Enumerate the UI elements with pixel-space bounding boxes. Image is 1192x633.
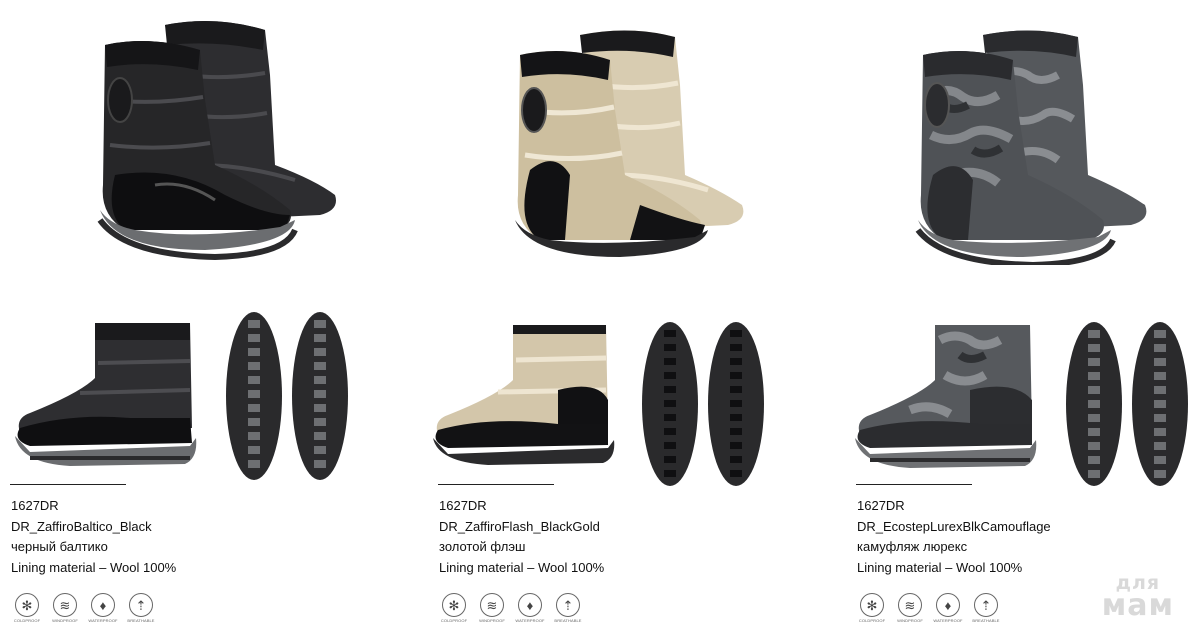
product-code: 1627DR [857, 498, 905, 513]
water-drop-icon: ♦ [91, 593, 115, 617]
snowflake-icon: ✻ [860, 593, 884, 617]
water-drop-icon: ♦ [518, 593, 542, 617]
breathable-icon: ⇡ [556, 593, 580, 617]
feature-windproof: ≋ WINDPROOF [50, 593, 80, 623]
boot-side-image [855, 325, 1037, 468]
boot-soles-image [1066, 322, 1188, 486]
feature-coldproof: ✻ COLDPROOF [12, 593, 42, 623]
product-code: 1627DR [11, 498, 59, 513]
product-color: черный балтико [11, 539, 108, 554]
feature-breathable: ⇡ BREATHABLE [971, 593, 1001, 623]
product-card-1: 1627DR DR_ZaffiroBaltico_Black черный ба… [0, 0, 400, 633]
feature-coldproof: ✻ COLDPROOF [857, 593, 887, 623]
product-card-3: 1627DR DR_EcostepLurexBlkCamouflage каму… [838, 0, 1192, 633]
feature-icons: ✻ COLDPROOF ≋ WINDPROOF ♦ WATERPROOF ⇡ BREAT… [857, 593, 1001, 623]
boot-soles-image [642, 322, 764, 486]
boot-pair-image [915, 30, 1147, 265]
breathable-icon: ⇡ [129, 593, 153, 617]
wind-icon: ≋ [53, 593, 77, 617]
product-card-2: 1627DR DR_ZaffiroFlash_BlackGold золотой… [420, 0, 820, 633]
wind-icon: ≋ [898, 593, 922, 617]
boot-pair-image [515, 30, 744, 257]
product-code: 1627DR [439, 498, 487, 513]
boot-soles-image [226, 312, 348, 480]
boot-side-image [433, 325, 615, 465]
section-divider [10, 484, 126, 485]
feature-breathable: ⇡ BREATHABLE [126, 593, 156, 623]
product-lining: Lining material – Wool 100% [11, 559, 177, 575]
feature-icons: ✻ COLDPROOF ≋ WINDPROOF ♦ WATERPROOF ⇡ BREAT… [12, 593, 156, 623]
feature-waterproof: ♦ WATERPROOF [88, 593, 118, 623]
snowflake-icon: ✻ [15, 593, 39, 617]
snowflake-icon: ✻ [442, 593, 466, 617]
feature-breathable: ⇡ BREATHABLE [553, 593, 583, 623]
product-color: золотой флэш [439, 539, 526, 554]
breathable-icon: ⇡ [974, 593, 998, 617]
feature-coldproof: ✻ COLDPROOF [439, 593, 469, 623]
section-divider [438, 484, 554, 485]
boot-pair-image [97, 21, 336, 260]
product-lining: Lining material – Wool 100% [439, 559, 605, 575]
feature-waterproof: ♦ WATERPROOF [515, 593, 545, 623]
product-model: DR_ZaffiroFlash_BlackGold [439, 518, 600, 534]
product-lining: Lining material – Wool 100% [857, 559, 1023, 575]
product-color: камуфляж люрекс [857, 539, 968, 554]
feature-icons: ✻ COLDPROOF ≋ WINDPROOF ♦ WATERPROOF ⇡ BREAT… [439, 593, 583, 623]
water-drop-icon: ♦ [936, 593, 960, 617]
section-divider [856, 484, 972, 485]
watermark-logo: для мам [1101, 571, 1174, 623]
feature-waterproof: ♦ WATERPROOF [933, 593, 963, 623]
product-model: DR_ZaffiroBaltico_Black [11, 518, 152, 534]
product-model: DR_EcostepLurexBlkCamouflage [857, 518, 1051, 534]
boot-side-image [15, 323, 197, 466]
feature-windproof: ≋ WINDPROOF [477, 593, 507, 623]
wind-icon: ≋ [480, 593, 504, 617]
feature-windproof: ≋ WINDPROOF [895, 593, 925, 623]
